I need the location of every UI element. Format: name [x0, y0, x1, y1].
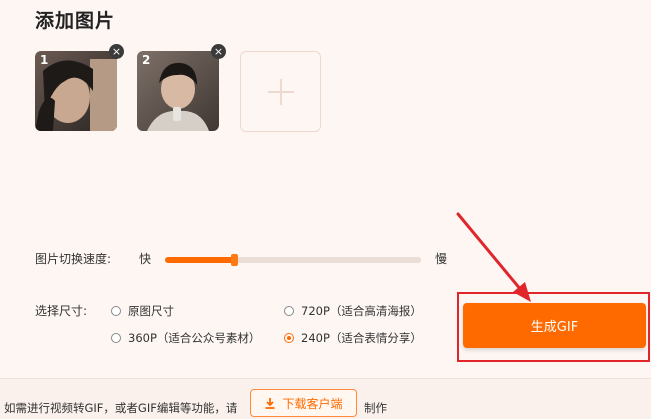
plus-icon — [268, 79, 294, 105]
speed-fast-label: 快 — [139, 252, 152, 266]
client-hint-suffix: 制作 — [364, 401, 387, 415]
section-title: 添加图片 — [35, 10, 116, 32]
remove-image-1-icon[interactable]: × — [109, 44, 124, 59]
size-option-360p[interactable]: 360P（适合公众号素材） — [111, 330, 260, 346]
image-thumbnail-2[interactable]: 2 × — [137, 44, 226, 131]
image-number: 1 — [40, 53, 49, 67]
radio-circle[interactable] — [111, 306, 121, 316]
speed-slider-fill — [165, 257, 235, 263]
size-option-label: 240P（适合表情分享） — [301, 331, 422, 345]
size-option-label: 720P（适合高清海报） — [301, 304, 422, 318]
size-option-original[interactable]: 原图尺寸 — [111, 303, 174, 319]
add-image-button[interactable] — [240, 51, 321, 132]
download-icon — [265, 398, 275, 409]
bottom-bar: 如需进行视频转GIF，或者GIF编辑等功能，请 下载客户端 制作 — [0, 378, 651, 419]
size-option-720p[interactable]: 720P（适合高清海报） — [284, 303, 422, 319]
image-number: 2 — [142, 53, 151, 67]
size-option-label: 原图尺寸 — [128, 304, 174, 318]
download-client-button[interactable]: 下载客户端 — [250, 389, 357, 417]
image-thumbnail-1[interactable]: 1 × — [35, 44, 124, 131]
radio-circle[interactable] — [284, 333, 294, 343]
radio-circle[interactable] — [111, 333, 121, 343]
client-hint-text: 如需进行视频转GIF，或者GIF编辑等功能，请 — [4, 401, 238, 415]
speed-slider-handle[interactable] — [231, 254, 239, 266]
size-label: 选择尺寸: — [35, 304, 88, 318]
remove-image-2-icon[interactable]: × — [211, 44, 226, 59]
generate-gif-button[interactable]: 生成GIF — [463, 303, 646, 348]
size-option-240p[interactable]: 240P（适合表情分享） — [284, 330, 422, 346]
speed-slow-label: 慢 — [435, 252, 448, 266]
generate-button-highlight: 生成GIF — [457, 292, 650, 362]
download-client-label: 下载客户端 — [282, 396, 343, 411]
speed-label: 图片切换速度: — [35, 252, 112, 266]
speed-slider[interactable] — [165, 254, 421, 266]
size-option-label: 360P（适合公众号素材） — [128, 331, 261, 345]
radio-circle[interactable] — [284, 306, 294, 316]
